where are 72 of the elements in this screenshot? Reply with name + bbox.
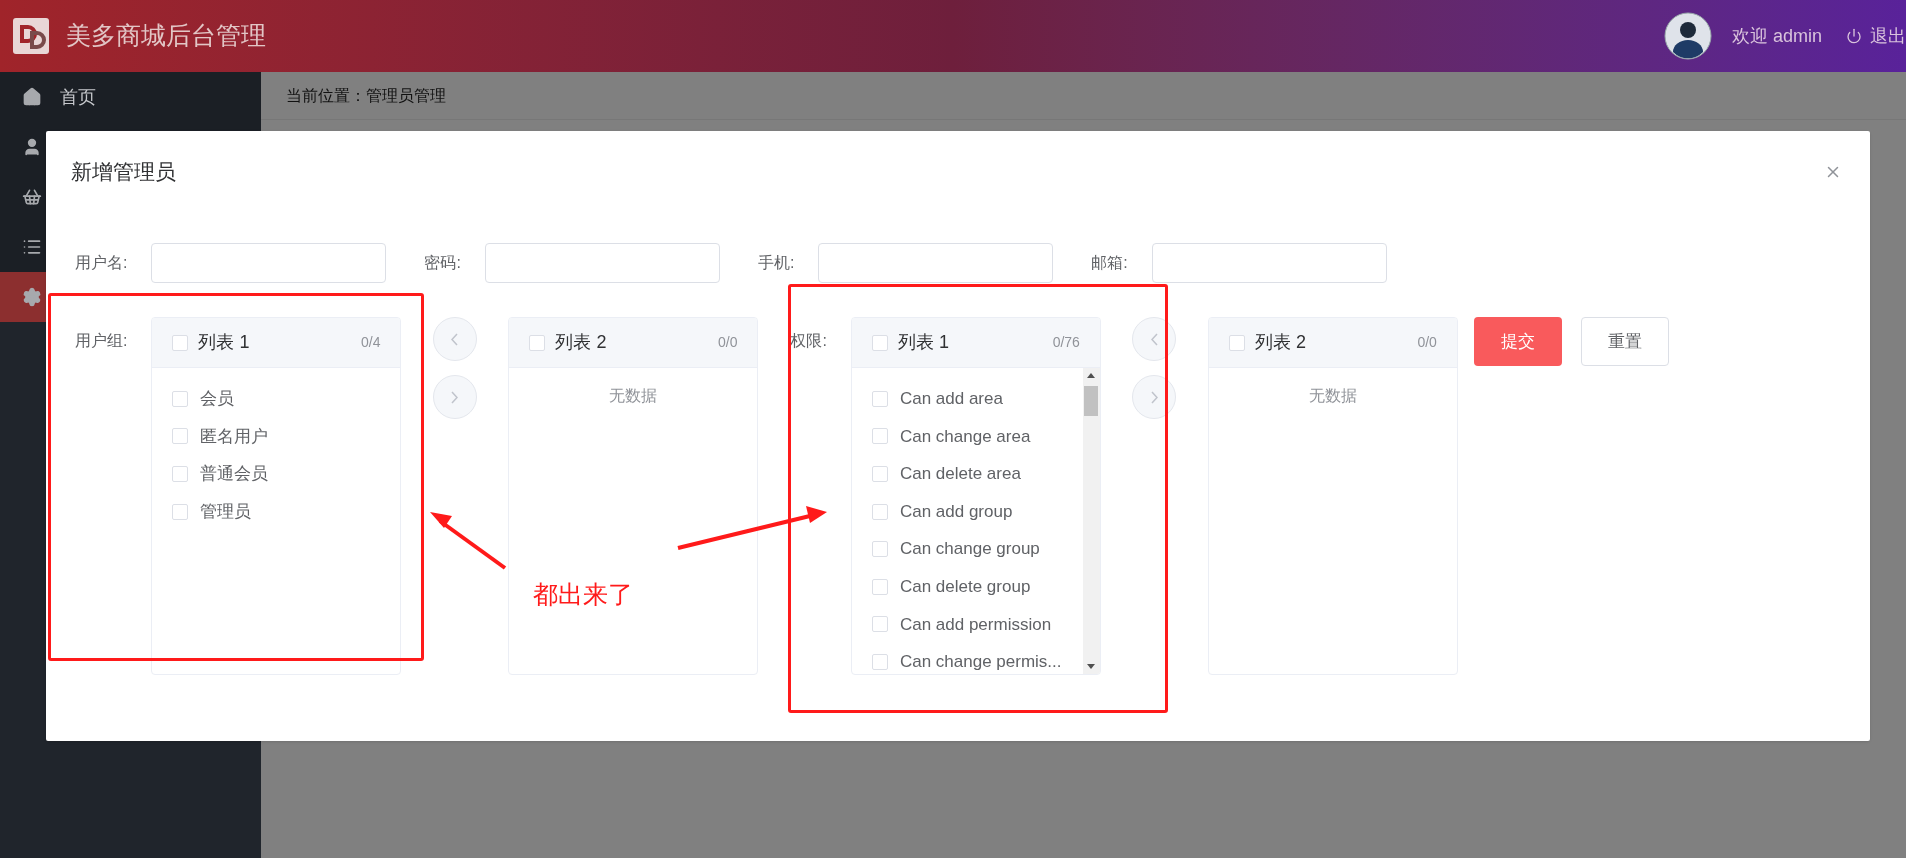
checkbox[interactable] bbox=[871, 390, 888, 407]
list-item[interactable]: Can add group bbox=[899, 498, 1013, 525]
list-item[interactable]: Can change permis... bbox=[899, 649, 1062, 674]
list-item[interactable]: 会员 bbox=[200, 386, 235, 412]
input-field[interactable] bbox=[151, 243, 387, 283]
field-label: 权限: bbox=[790, 331, 827, 351]
checkbox[interactable] bbox=[871, 428, 888, 445]
list-item[interactable]: Can change area bbox=[899, 423, 1031, 450]
selection-count: 0/0 bbox=[718, 333, 738, 352]
panel-title: 列表 1 bbox=[198, 331, 250, 354]
chevron-right-icon bbox=[1150, 390, 1158, 404]
input-field[interactable] bbox=[484, 243, 720, 283]
checkbox[interactable] bbox=[529, 334, 546, 351]
basket-icon bbox=[22, 187, 42, 207]
scroll-thumb[interactable] bbox=[1084, 386, 1099, 416]
checkbox[interactable] bbox=[871, 503, 888, 520]
chevron-left-icon bbox=[451, 332, 459, 346]
reset-button[interactable]: 重置 bbox=[1580, 317, 1669, 366]
checkbox[interactable] bbox=[172, 428, 189, 445]
field-label: 用户组: bbox=[75, 331, 128, 351]
checkbox[interactable] bbox=[871, 466, 888, 482]
input-field[interactable] bbox=[818, 243, 1054, 283]
checkbox[interactable] bbox=[871, 578, 888, 595]
field-label: 用户名: bbox=[75, 253, 128, 273]
checkbox[interactable] bbox=[172, 390, 189, 407]
scrollbar[interactable] bbox=[1082, 368, 1100, 674]
move-right-button[interactable] bbox=[1132, 375, 1177, 419]
home-icon bbox=[22, 87, 42, 107]
sidebar-item[interactable]: 首页 bbox=[0, 72, 261, 122]
field-label: 密码: bbox=[424, 253, 461, 273]
empty-text: 无数据 bbox=[1307, 386, 1358, 406]
list-item[interactable]: Can add permission bbox=[899, 611, 1052, 638]
panel-title: 列表 1 bbox=[897, 331, 949, 354]
checkbox[interactable] bbox=[871, 334, 888, 351]
list-item[interactable]: 普通会员 bbox=[200, 461, 269, 487]
selection-count: 0/0 bbox=[1417, 333, 1437, 352]
checkbox[interactable] bbox=[172, 503, 189, 520]
empty-text: 无数据 bbox=[608, 386, 659, 406]
checkbox[interactable] bbox=[172, 334, 189, 351]
field-label: 邮箱: bbox=[1091, 253, 1128, 273]
field-label: 手机: bbox=[757, 253, 795, 273]
annotation-text: 都出来了 bbox=[533, 579, 633, 610]
user-icon bbox=[22, 137, 42, 157]
checkbox[interactable] bbox=[871, 616, 888, 633]
chevron-left-icon bbox=[1150, 332, 1158, 346]
power-icon bbox=[1846, 28, 1862, 44]
panel-title: 列表 2 bbox=[555, 331, 607, 354]
selection-count: 0/76 bbox=[1052, 333, 1080, 352]
dialog-title: 新增管理员 bbox=[71, 159, 176, 186]
list-item[interactable]: Can delete group bbox=[899, 574, 1031, 600]
move-left-button[interactable] bbox=[1132, 317, 1177, 361]
checkbox[interactable] bbox=[1228, 334, 1245, 351]
avatar bbox=[1663, 12, 1712, 60]
breadcrumb: 当前位置：管理员管理 bbox=[286, 85, 446, 106]
checkbox[interactable] bbox=[172, 466, 189, 482]
checkbox[interactable] bbox=[871, 541, 888, 558]
settings-icon bbox=[22, 287, 42, 307]
checkbox[interactable] bbox=[871, 653, 888, 670]
list-item[interactable]: Can add area bbox=[899, 386, 1003, 412]
list-item[interactable]: 匿名用户 bbox=[200, 423, 269, 450]
list-item[interactable]: 管理员 bbox=[200, 498, 252, 525]
app-title: 美多商城后台管理 bbox=[66, 20, 266, 52]
panel-title: 列表 2 bbox=[1254, 331, 1306, 354]
logout-button[interactable]: 退出 bbox=[1846, 22, 1906, 50]
logo-icon bbox=[12, 17, 50, 55]
input-field[interactable] bbox=[1151, 243, 1387, 283]
list-item[interactable]: Can change group bbox=[899, 536, 1040, 562]
list-icon bbox=[22, 237, 42, 257]
chevron-right-icon bbox=[451, 390, 459, 404]
list-item[interactable]: Can delete area bbox=[899, 461, 1021, 487]
welcome-text: 欢迎 admin bbox=[1731, 24, 1822, 48]
selection-count: 0/4 bbox=[361, 333, 381, 352]
